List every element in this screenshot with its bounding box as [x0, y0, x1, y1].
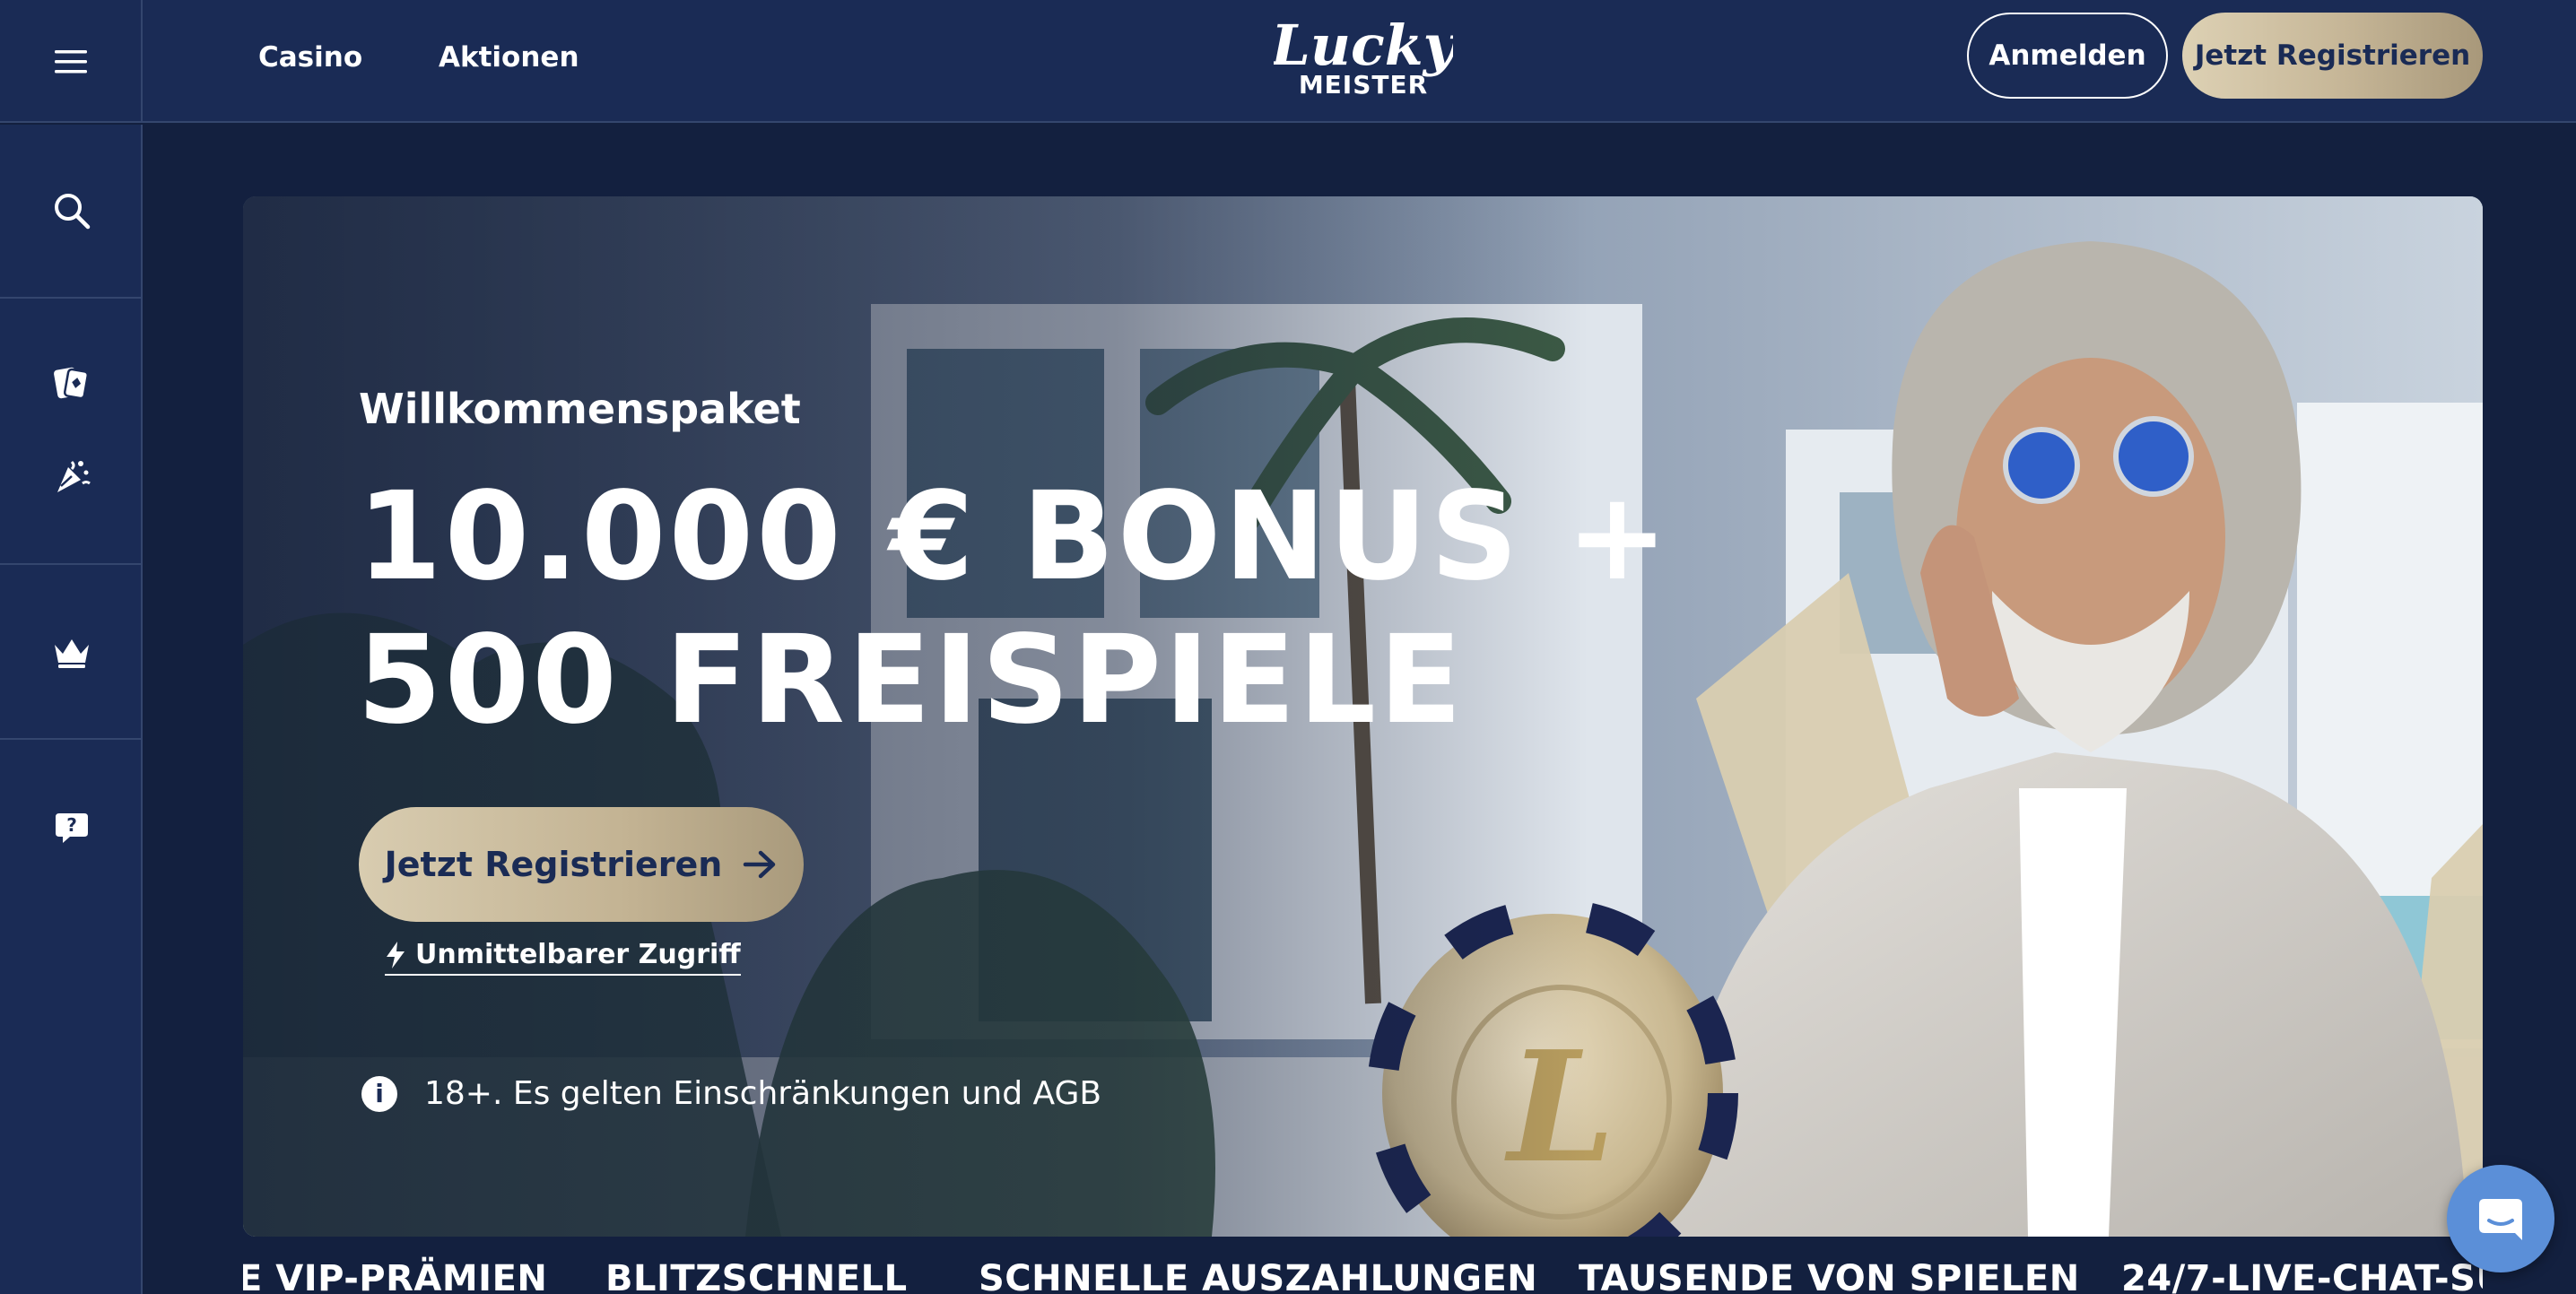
ticker-item: E VIP-PRÄMIEN	[243, 1258, 548, 1294]
sidebar-group-games	[0, 299, 141, 565]
hero-headline-line-1: 10.000 € BONUS +	[357, 466, 1671, 608]
search-icon	[55, 194, 91, 230]
chat-icon	[2479, 1199, 2522, 1240]
cards-icon	[54, 367, 90, 400]
nav-aktionen-link[interactable]: Aktionen	[439, 36, 579, 79]
logo-word-lucky: Lucky	[1274, 13, 1453, 78]
info-icon[interactable]: i	[361, 1075, 397, 1112]
sidebar-vip-button[interactable]	[45, 625, 99, 679]
login-button[interactable]: Anmelden	[1967, 13, 2168, 99]
svg-text:?: ?	[66, 814, 77, 836]
hero-register-label: Jetzt Registrieren	[384, 845, 723, 884]
feature-ticker: E VIP-PRÄMIEN BLITZSCHNELL SCHNELLE AUSZ…	[243, 1237, 2483, 1294]
hero-register-button[interactable]: Jetzt Registrieren	[359, 807, 804, 922]
sidebar-casino-button[interactable]	[45, 356, 99, 410]
sidebar-promotions-button[interactable]	[45, 449, 99, 503]
arrow-right-icon	[744, 850, 776, 879]
ticker-item: SCHNELLE AUSZAHLUNGEN	[979, 1258, 1538, 1294]
live-chat-button[interactable]	[2447, 1165, 2554, 1272]
crown-icon	[55, 639, 89, 668]
menu-toggle-button[interactable]	[0, 0, 143, 123]
ticker-item: BLITZSCHNELL	[605, 1258, 908, 1294]
register-button-header[interactable]: Jetzt Registrieren	[2182, 13, 2483, 99]
sidebar-group-help: ?	[0, 740, 141, 916]
ticker-item: TAUSENDE VON SPIELEN	[1579, 1258, 2080, 1294]
sidebar-group-search	[0, 125, 141, 299]
confetti-icon	[57, 460, 91, 492]
lightning-icon	[387, 941, 405, 968]
hero-subtitle: Willkommenspaket	[359, 385, 801, 433]
age-disclaimer: i 18+. Es gelten Einschränkungen und AGB	[361, 1075, 1101, 1112]
sidebar-group-vip	[0, 565, 141, 740]
hero-headline-line-2: 500 FREISPIELE	[357, 610, 1466, 751]
logo-word-meister: MEISTER	[1299, 70, 1428, 100]
instant-access-link[interactable]: Unmittelbarer Zugriff	[385, 939, 741, 976]
sidebar-search-button[interactable]	[45, 184, 99, 238]
nav-casino-link[interactable]: Casino	[258, 36, 362, 79]
hero-banner: L Willkommenspaket 10.000 € BONUS + 500 …	[243, 196, 2483, 1237]
sidebar-help-button[interactable]: ?	[45, 801, 99, 855]
sidebar: ?	[0, 125, 143, 1294]
instant-access-label: Unmittelbarer Zugriff	[415, 939, 741, 970]
hamburger-icon	[54, 49, 87, 73]
disclaimer-text: 18+. Es gelten Einschränkungen und AGB	[424, 1075, 1102, 1112]
ticker-item: 24/7-LIVE-CHAT-SUI	[2121, 1258, 2483, 1294]
hero-headline: 10.000 € BONUS + 500 FREISPIELE	[357, 465, 1702, 752]
top-header: Casino Aktionen Lucky MEISTER Anmelden J…	[0, 0, 2576, 123]
help-chat-icon: ?	[56, 813, 88, 843]
lucky-meister-logo[interactable]: Lucky MEISTER	[1274, 13, 1453, 111]
